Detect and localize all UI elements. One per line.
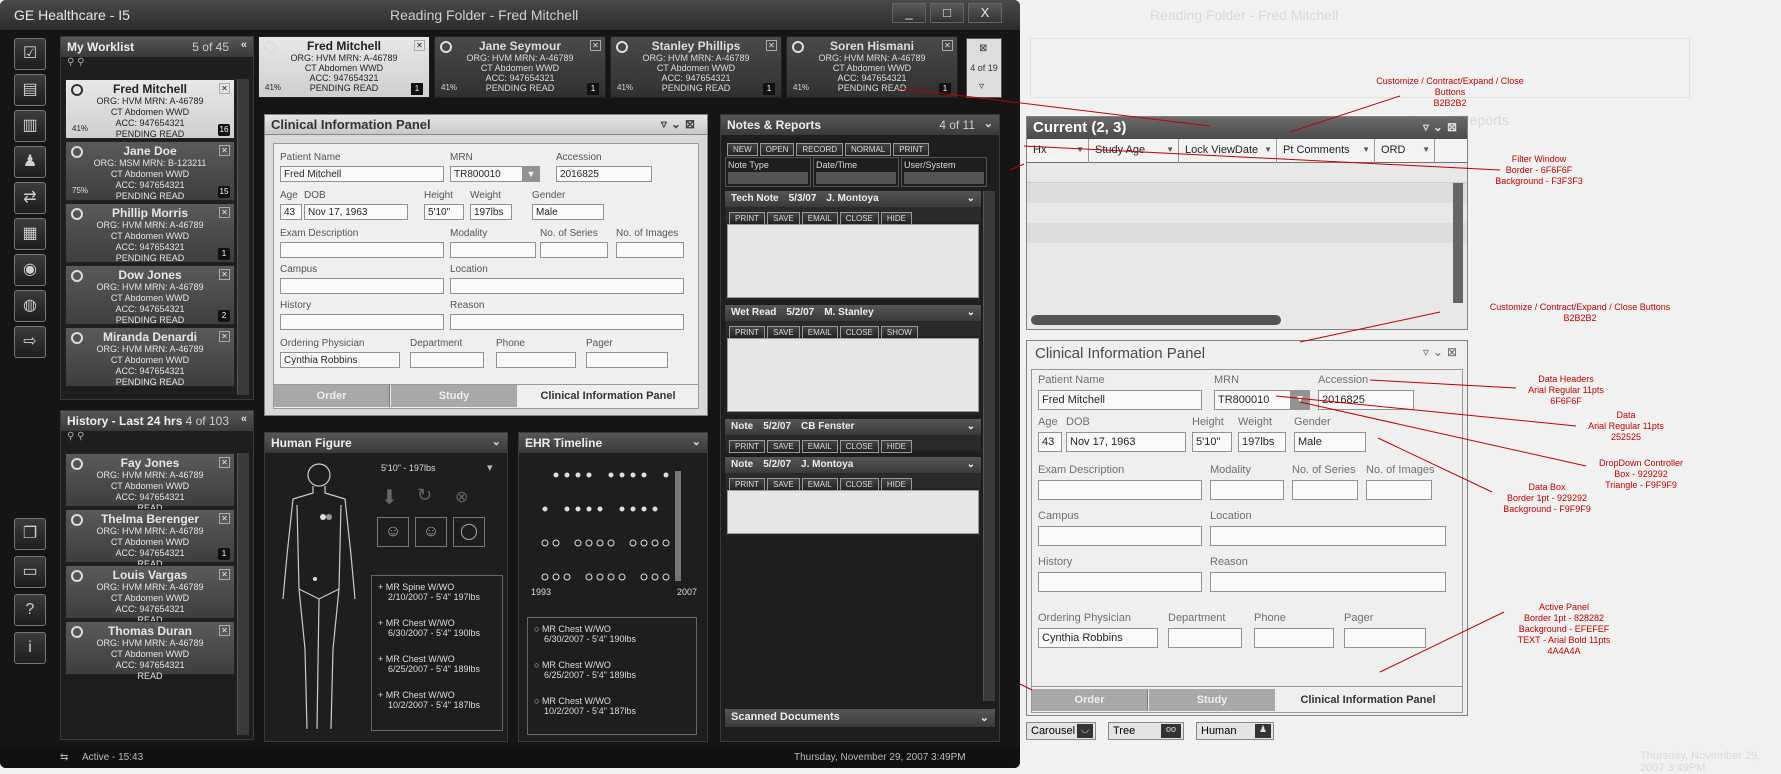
annotation-leader-lines — [897, 87, 1587, 691]
